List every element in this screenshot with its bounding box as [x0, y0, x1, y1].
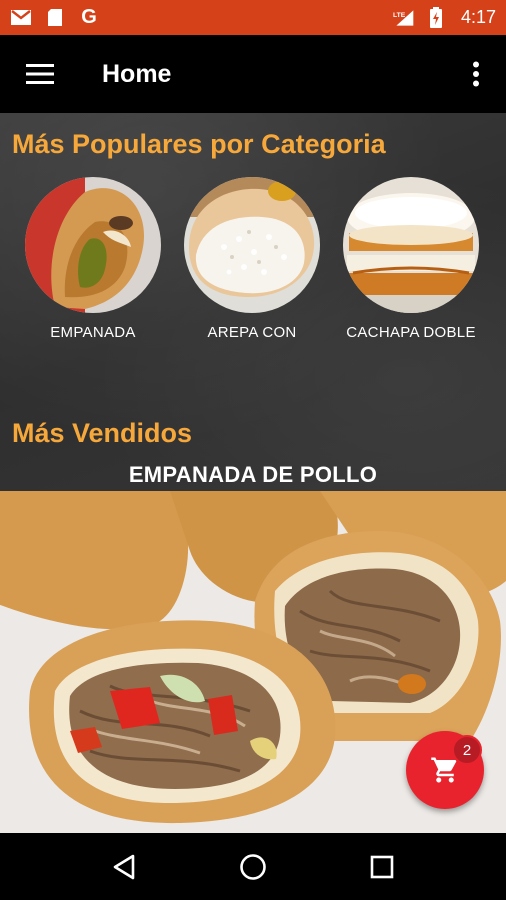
empanada-image — [25, 177, 161, 313]
category-arepa[interactable]: AREPA CON — [177, 177, 327, 341]
recents-square-icon — [370, 855, 393, 878]
popular-categories: EMPANADA AREPA CON CACHAPA DOBLE — [0, 177, 506, 341]
arepa-image — [184, 177, 320, 313]
sd-card-icon — [44, 9, 66, 27]
app-bar: Home — [0, 35, 506, 113]
recents-button[interactable] — [352, 837, 412, 897]
system-nav-bar — [0, 833, 506, 900]
category-empanada[interactable]: EMPANADA — [18, 177, 168, 341]
status-bar: G LTE 4:17 — [0, 0, 506, 35]
svg-text:LTE: LTE — [393, 12, 406, 19]
status-time: 4:17 — [460, 7, 496, 27]
category-cachapa[interactable]: CACHAPA DOBLE — [336, 177, 486, 341]
more-vertical-icon — [473, 61, 479, 87]
page-title: Home — [102, 59, 172, 88]
battery-charging-icon — [425, 6, 447, 28]
best-sellers-title: Más Vendidos — [12, 418, 193, 448]
cart-count-badge: 2 — [452, 735, 482, 765]
featured-product-name: EMPANADA DE POLLO — [128, 462, 378, 487]
overflow-menu-button[interactable] — [446, 35, 506, 113]
category-label: AREPA CON — [207, 324, 297, 341]
home-button[interactable] — [223, 837, 283, 897]
back-button[interactable] — [94, 837, 154, 897]
home-circle-icon — [240, 853, 266, 880]
cachapa-image — [343, 177, 479, 313]
gmail-icon — [10, 9, 32, 27]
hamburger-menu-button[interactable] — [0, 35, 80, 113]
popular-section-title: Más Populares por Categoria — [12, 129, 386, 159]
back-triangle-icon — [114, 854, 135, 879]
hamburger-menu-icon — [26, 64, 54, 84]
category-label: CACHAPA DOBLE — [346, 324, 476, 341]
category-label: EMPANADA — [50, 324, 136, 341]
lte-signal-icon: LTE — [393, 9, 415, 27]
home-content: Más Populares por Categoria EMPANADA ARE… — [0, 113, 506, 491]
google-icon: G — [81, 6, 97, 28]
